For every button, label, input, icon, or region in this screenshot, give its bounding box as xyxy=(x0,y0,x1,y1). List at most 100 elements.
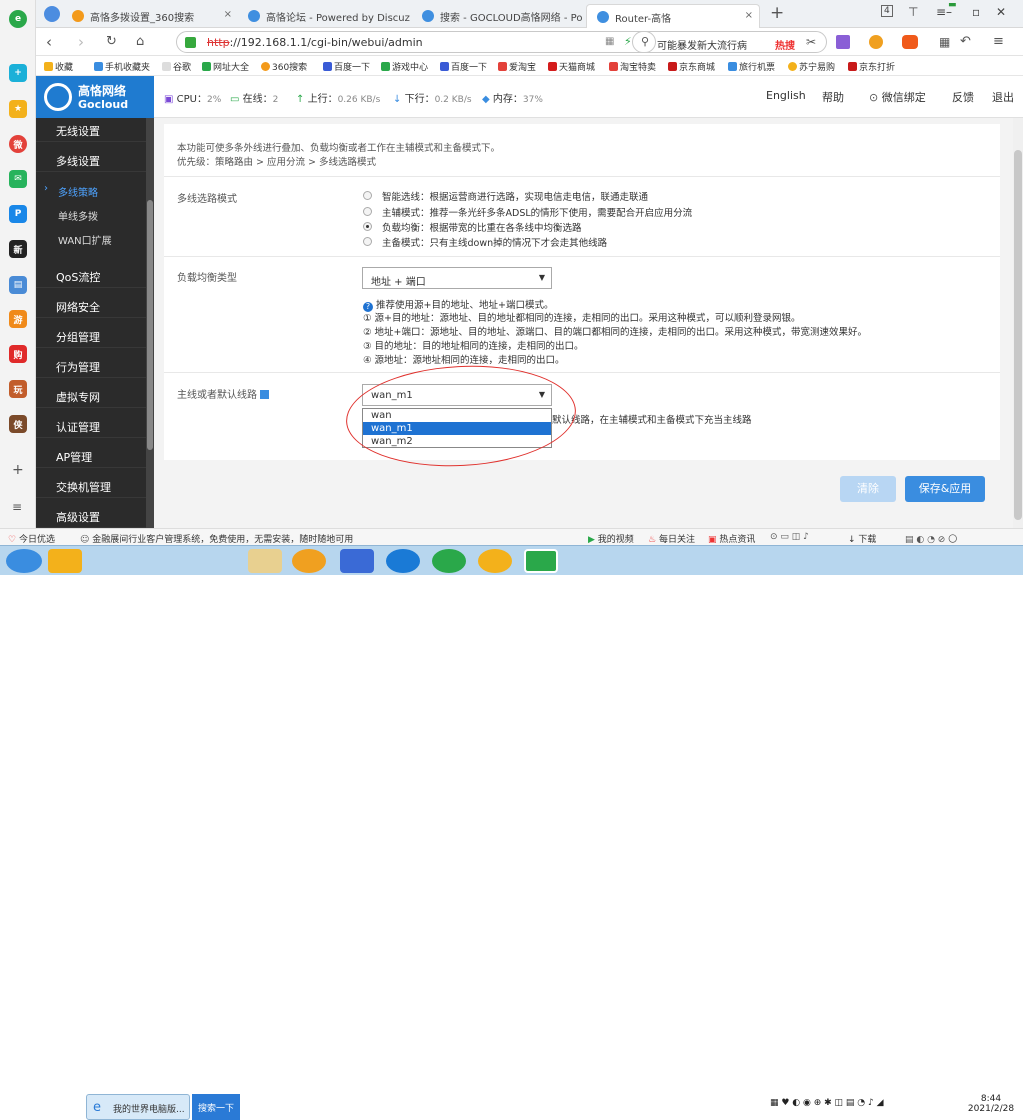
feedback-link[interactable]: 反馈 xyxy=(952,89,974,105)
tray-icons[interactable]: ▦ ♥ ◐ ◉ ⊕ ✱ ◫ ▤ ◔ ♪ ◢ xyxy=(770,1098,884,1108)
taskbar-app3-icon[interactable] xyxy=(340,549,374,573)
wechat-bind-link[interactable]: ⊙ 微信绑定 xyxy=(869,89,926,105)
taskbar-app5-icon[interactable] xyxy=(432,549,466,573)
bookmark-item[interactable]: 收藏 xyxy=(44,60,73,73)
mail-icon[interactable]: ✉ xyxy=(9,170,27,188)
main-scroll-thumb[interactable] xyxy=(1014,150,1022,520)
tab-count[interactable]: 4 xyxy=(881,5,893,17)
daily-focus[interactable]: ♨ 每日关注 xyxy=(648,532,695,545)
menu-icon[interactable]: ≡ xyxy=(993,34,1004,49)
game2-app-icon[interactable]: 玩 xyxy=(9,380,27,398)
bookmark-item[interactable]: 爱淘宝 xyxy=(498,60,536,73)
hot-news[interactable]: ▣ 热点资讯 xyxy=(708,532,755,545)
sidebar-item-switch[interactable]: 交换机管理 xyxy=(36,468,146,498)
my-video[interactable]: ▶ 我的视频 xyxy=(588,532,634,545)
taskbar-app4-icon[interactable] xyxy=(386,549,420,573)
tab-4[interactable]: Router-高恪 × xyxy=(586,4,760,28)
maximize-button[interactable]: ▫ xyxy=(972,5,980,19)
taskbar-chrome-icon[interactable] xyxy=(478,549,512,573)
bookmark-item[interactable]: 京东打折 xyxy=(848,60,895,73)
grid-icon[interactable]: ▦ xyxy=(605,36,614,47)
bookmark-item[interactable]: 百度一下 xyxy=(440,60,487,73)
undo-icon[interactable]: ↶ xyxy=(960,34,971,49)
sidebar-item-groups[interactable]: 分组管理 xyxy=(36,318,146,348)
mode-radio-smart[interactable] xyxy=(363,191,372,200)
doc-app-icon[interactable]: ▤ xyxy=(9,276,27,294)
skin-icon[interactable]: ⊤ xyxy=(908,5,918,19)
clock[interactable]: 8:44 2021/2/28 xyxy=(965,1094,1017,1114)
bookmark-item[interactable]: 360搜索 xyxy=(261,60,307,73)
english-link[interactable]: English xyxy=(766,89,806,102)
star-app-icon[interactable]: ★ xyxy=(9,100,27,118)
taskbar-app2-icon[interactable] xyxy=(292,549,326,573)
download-link[interactable]: ↓ 下载 xyxy=(848,532,876,545)
news-app-icon[interactable]: 新 xyxy=(9,240,27,258)
bookmark-item[interactable]: 天猫商城 xyxy=(548,60,595,73)
bookmark-item[interactable]: 网址大全 xyxy=(202,60,249,73)
minimize-button[interactable]: – xyxy=(946,5,952,19)
game-app-icon[interactable]: 游 xyxy=(9,310,27,328)
sidebar-item-wireless[interactable]: 无线设置 xyxy=(36,112,146,142)
refresh-button[interactable]: ↻ xyxy=(106,34,117,49)
tab-1[interactable]: 高恪多拨设置_360搜索 × xyxy=(62,4,238,28)
tab-2[interactable]: 高恪论坛 - Powered by Discuz xyxy=(238,4,412,28)
sidebar-item-vpn[interactable]: 虚拟专网 xyxy=(36,378,146,408)
start-button[interactable] xyxy=(6,549,42,573)
bookmark-item[interactable]: 游戏中心 xyxy=(381,60,428,73)
help-link[interactable]: 帮助 xyxy=(822,89,844,105)
back-button[interactable]: ‹ xyxy=(46,33,52,51)
lightning-icon[interactable]: ⚡ xyxy=(624,35,632,48)
search-box[interactable]: ⚲ 可能暴发新大流行病 热搜 xyxy=(632,31,827,53)
taskbar-search[interactable]: 搜索一下 xyxy=(192,1094,240,1120)
sidebar-item-behavior[interactable]: 行为管理 xyxy=(36,348,146,378)
sidebar-item-qos[interactable]: QoS流控 xyxy=(36,258,146,288)
today-picks[interactable]: ♡ 今日优选 xyxy=(8,532,55,545)
status-ad[interactable]: ☺ 金融展间行业客户管理系统，免费使用，无需安装，随时随地可用 xyxy=(80,532,353,545)
bookmark-item[interactable]: 谷歌 xyxy=(162,60,191,73)
status-tools-icons[interactable]: ⊙ ▭ ◫ ♪ xyxy=(770,532,809,542)
bookmark-item[interactable]: 京东商城 xyxy=(668,60,715,73)
weibo-icon[interactable]: 微 xyxy=(9,135,27,153)
p-app-icon[interactable]: P xyxy=(9,205,27,223)
close-icon[interactable]: × xyxy=(745,10,753,21)
bookmark-item[interactable]: 苏宁易购 xyxy=(788,60,835,73)
mode-radio-primary-aux[interactable] xyxy=(363,207,372,216)
sidebar-item-auth[interactable]: 认证管理 xyxy=(36,408,146,438)
sidebar-item-ap[interactable]: AP管理 xyxy=(36,438,146,468)
game-icon[interactable] xyxy=(902,35,918,49)
logout-link[interactable]: 退出 xyxy=(992,89,1014,105)
translate-icon[interactable] xyxy=(836,35,850,49)
close-window-button[interactable]: ✕ xyxy=(996,5,1006,19)
game3-app-icon[interactable]: 侠 xyxy=(9,415,27,433)
apps-icon[interactable]: ▦ xyxy=(939,35,950,49)
forward-button[interactable]: › xyxy=(78,33,84,51)
sidebar-item-multiline[interactable]: 多线设置 xyxy=(36,142,146,172)
lb-type-select[interactable]: 地址 + 端口 ▼ xyxy=(362,267,552,289)
bookmark-item[interactable]: 淘宝特卖 xyxy=(609,60,656,73)
cut-icon[interactable]: ✂ xyxy=(806,35,816,49)
taskbar-360-browser-icon[interactable] xyxy=(524,549,558,573)
sidebar-scroll-thumb[interactable] xyxy=(147,200,153,450)
sidebar-item-advanced[interactable]: 高级设置 xyxy=(36,498,146,528)
taskbar-pinned-app[interactable] xyxy=(48,549,82,573)
new-tab-button[interactable]: + xyxy=(770,3,784,23)
menu-icon[interactable]: ≡ xyxy=(12,500,22,514)
sidebar-item-multiline-strategy[interactable]: › 多线策略 xyxy=(36,178,146,202)
shop-app-icon[interactable]: 购 xyxy=(9,345,27,363)
tab-3[interactable]: 搜索 - GOCLOUD高恪网络 - Po xyxy=(412,4,586,28)
vip-icon[interactable] xyxy=(869,35,883,49)
menu-icon[interactable]: ≡ xyxy=(936,5,946,19)
home-button[interactable]: ⌂ xyxy=(136,34,144,49)
taskbar-folder-icon[interactable] xyxy=(248,549,282,573)
url-bar[interactable]: http://192.168.1.1/cgi-bin/webui/admin ▦… xyxy=(176,31,656,53)
save-apply-button[interactable]: 保存&应用 xyxy=(905,476,985,502)
browser-logo-icon[interactable]: e xyxy=(9,10,27,28)
sidebar-item-wan-extend[interactable]: WAN口扩展 xyxy=(36,226,146,250)
info-icon[interactable] xyxy=(260,390,270,399)
bookmark-item[interactable]: 旅行机票 xyxy=(728,60,775,73)
sidebar-item-security[interactable]: 网络安全 xyxy=(36,288,146,318)
clear-button[interactable]: 清除 xyxy=(840,476,896,502)
add-icon[interactable]: + xyxy=(12,462,24,478)
status-right-icons[interactable]: ▤ ◐ ◔ ⊘ 〇 xyxy=(905,532,957,545)
sidebar-item-single-multi-dial[interactable]: 单线多拨 xyxy=(36,202,146,226)
